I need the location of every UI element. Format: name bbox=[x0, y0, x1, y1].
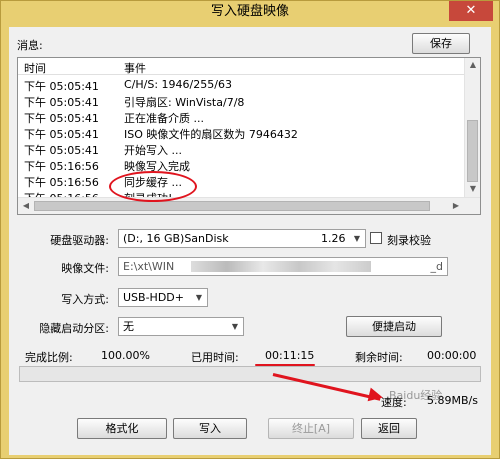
log-time: 下午 05:05:41 bbox=[24, 128, 99, 141]
scroll-left-arrow-icon[interactable]: ◀ bbox=[18, 201, 34, 210]
complete-value: 100.00% bbox=[101, 349, 150, 362]
drive-label: 硬盘驱动器: bbox=[50, 234, 109, 247]
log-vertical-scrollbar[interactable]: ▲ ▼ bbox=[464, 58, 480, 198]
image-file-label: 映像文件: bbox=[61, 262, 109, 275]
verify-label: 刻录校验 bbox=[387, 234, 431, 247]
vertical-scroll-thumb[interactable] bbox=[467, 120, 478, 182]
log-time: 下午 05:05:41 bbox=[24, 80, 99, 93]
image-file-value-start: E:\xt\WIN bbox=[123, 260, 175, 273]
quick-boot-button[interactable]: 便捷启动 bbox=[346, 316, 442, 337]
remaining-value: 00:00:00 bbox=[427, 349, 477, 362]
write-method-label: 写入方式: bbox=[61, 293, 109, 306]
messages-label: 消息: bbox=[17, 39, 43, 52]
write-method-select[interactable]: USB-HDD+ ▼ bbox=[118, 288, 208, 307]
message-log[interactable]: 时间 事件 下午 05:05:41 C/H/S: 1946/255/63 下午 … bbox=[17, 57, 481, 215]
log-event: C/H/S: 1946/255/63 bbox=[124, 78, 232, 91]
verify-checkbox[interactable] bbox=[370, 232, 382, 244]
drive-version: 1.26 bbox=[321, 232, 346, 245]
chevron-down-icon: ▼ bbox=[231, 322, 239, 331]
redacted-path bbox=[191, 261, 371, 272]
hidden-partition-select[interactable]: 无 ▼ bbox=[118, 317, 244, 336]
column-header-event: 事件 bbox=[124, 62, 146, 75]
log-time: 下午 05:05:41 bbox=[24, 144, 99, 157]
elapsed-label: 已用时间: bbox=[191, 351, 239, 364]
log-horizontal-scrollbar[interactable]: ◀ ▶ bbox=[18, 197, 480, 214]
drive-value: (D:, 16 GB)SanDisk bbox=[123, 232, 229, 245]
chevron-down-icon: ▼ bbox=[195, 293, 203, 302]
log-event: 引导扇区: WinVista/7/8 bbox=[124, 96, 245, 109]
annotation-circle bbox=[109, 171, 197, 202]
log-time: 下午 05:16:56 bbox=[24, 160, 99, 173]
scroll-right-arrow-icon[interactable]: ▶ bbox=[448, 201, 464, 210]
log-row: 下午 05:05:41 ISO 映像文件的扇区数为 7946432 bbox=[18, 125, 466, 141]
log-event: 开始写入 ... bbox=[124, 144, 182, 157]
log-row: 下午 05:05:41 开始写入 ... bbox=[18, 141, 466, 157]
write-disk-image-window: 写入硬盘映像 ✕ 消息: 保存 时间 事件 下午 05:05:41 C/H/S:… bbox=[0, 0, 500, 459]
log-event: ISO 映像文件的扇区数为 7946432 bbox=[124, 128, 298, 141]
remaining-label: 剩余时间: bbox=[355, 351, 403, 364]
title-bar: 写入硬盘映像 bbox=[1, 1, 499, 25]
log-row: 下午 05:05:41 正在准备介质 ... bbox=[18, 109, 466, 125]
elapsed-value: 00:11:15 bbox=[265, 349, 315, 362]
format-button[interactable]: 格式化 bbox=[77, 418, 167, 439]
log-time: 下午 05:05:41 bbox=[24, 112, 99, 125]
window-title: 写入硬盘映像 bbox=[210, 4, 289, 19]
write-button[interactable]: 写入 bbox=[173, 418, 247, 439]
scroll-down-arrow-icon[interactable]: ▼ bbox=[465, 184, 480, 193]
log-row: 下午 05:16:56 映像写入完成 bbox=[18, 157, 466, 173]
close-icon: ✕ bbox=[465, 3, 477, 18]
image-file-value-end: _d bbox=[430, 260, 443, 273]
column-header-time: 时间 bbox=[24, 62, 46, 75]
log-header: 时间 事件 bbox=[18, 58, 466, 75]
log-event: 正在准备介质 ... bbox=[124, 112, 204, 125]
stop-button[interactable]: 终止[A] bbox=[268, 418, 354, 439]
back-button[interactable]: 返回 bbox=[361, 418, 417, 439]
horizontal-scroll-thumb[interactable] bbox=[34, 201, 430, 211]
scroll-up-arrow-icon[interactable]: ▲ bbox=[465, 60, 480, 69]
chevron-down-icon: ▼ bbox=[353, 234, 361, 243]
save-button[interactable]: 保存 bbox=[412, 33, 470, 54]
baidu-watermark: Baidu经验 bbox=[389, 389, 443, 402]
write-method-value: USB-HDD+ bbox=[123, 291, 184, 304]
log-time: 下午 05:05:41 bbox=[24, 96, 99, 109]
log-row: 下午 05:05:41 C/H/S: 1946/255/63 bbox=[18, 77, 466, 93]
log-row: 下午 05:16:56 同步缓存 ... bbox=[18, 173, 466, 189]
drive-select[interactable]: (D:, 16 GB)SanDisk 1.26 ▼ bbox=[118, 229, 366, 248]
progress-bar bbox=[19, 366, 481, 382]
complete-label: 完成比例: bbox=[25, 351, 73, 364]
hidden-partition-value: 无 bbox=[123, 320, 134, 333]
log-row: 下午 05:05:41 引导扇区: WinVista/7/8 bbox=[18, 93, 466, 109]
image-file-input[interactable]: E:\xt\WIN _d bbox=[118, 257, 448, 276]
log-time: 下午 05:16:56 bbox=[24, 176, 99, 189]
hidden-partition-label: 隐藏启动分区: bbox=[39, 322, 109, 335]
close-button[interactable]: ✕ bbox=[449, 1, 493, 21]
